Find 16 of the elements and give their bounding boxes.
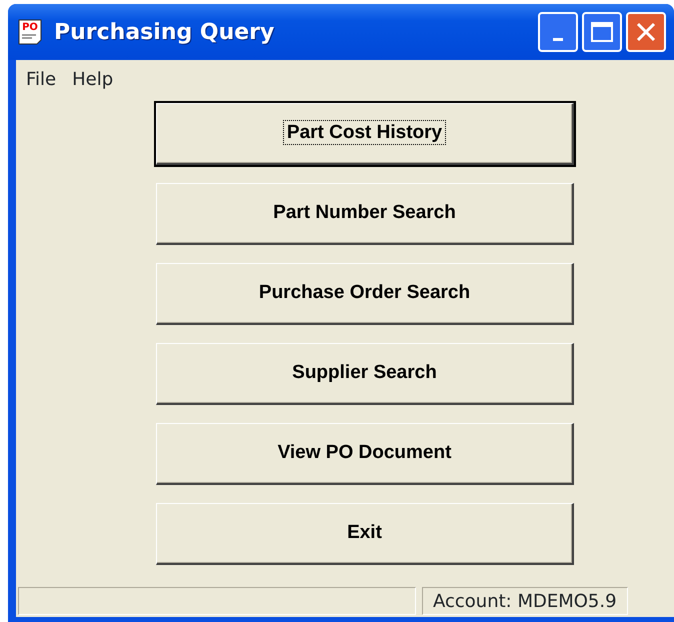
menu-item[interactable]: Help (64, 66, 122, 93)
maximize-icon (590, 21, 614, 43)
menu-button[interactable]: Supplier Search (156, 343, 574, 405)
menu-item[interactable]: File (18, 66, 64, 93)
maximize-button[interactable] (582, 12, 622, 52)
window-title: Purchasing Query (54, 18, 274, 46)
menu-button[interactable]: Part Cost History (156, 103, 574, 165)
minimize-icon (553, 38, 563, 40)
close-button[interactable] (626, 12, 666, 52)
status-panel: Account: MDEMO5.9 (422, 587, 628, 615)
menu-button[interactable]: View PO Document (156, 423, 574, 485)
menu-button[interactable]: Part Number Search (156, 183, 574, 245)
menu-button[interactable]: Purchase Order Search (156, 263, 574, 325)
menu-button[interactable]: Exit (156, 503, 574, 565)
minimize-button[interactable] (538, 12, 578, 52)
close-icon (635, 21, 657, 43)
